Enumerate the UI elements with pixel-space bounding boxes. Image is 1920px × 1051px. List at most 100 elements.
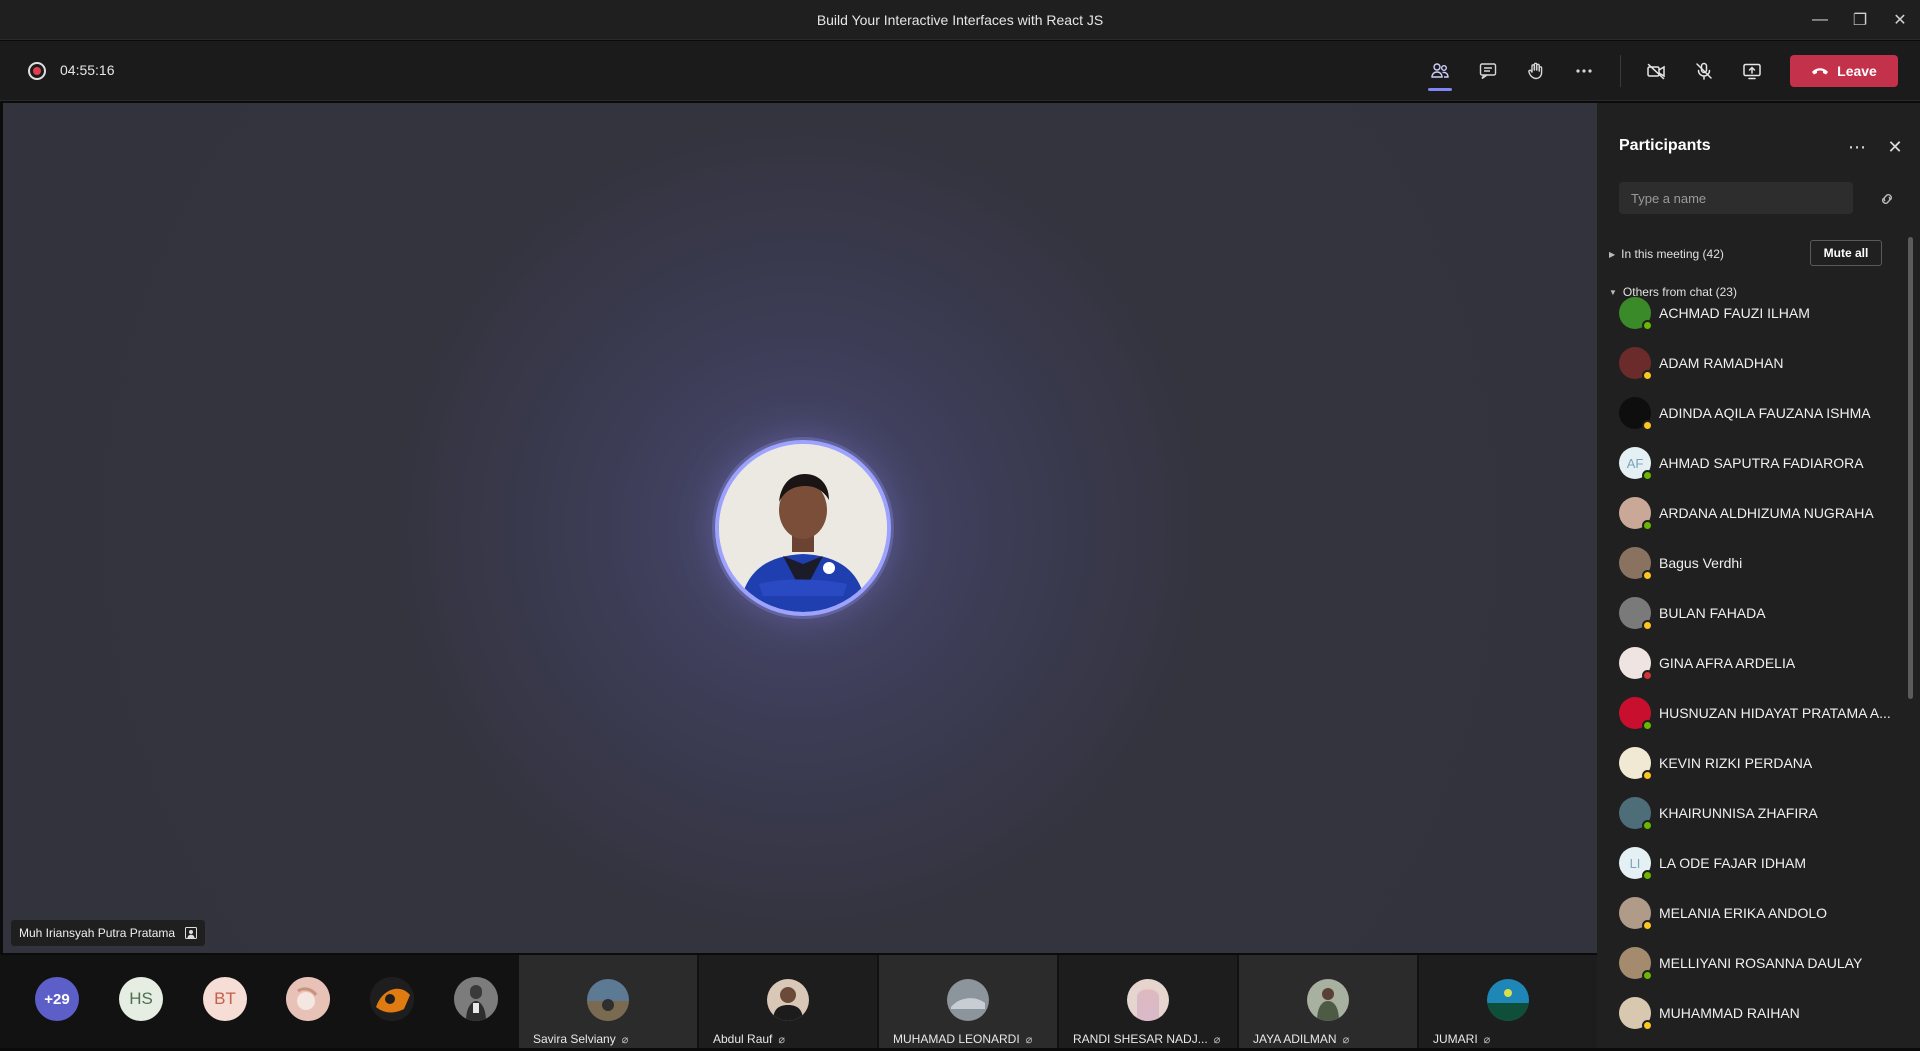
participant-row[interactable]: KHAIRUNNISA ZHAFIRA bbox=[1619, 793, 1899, 833]
mic-off-icon: ⌀ bbox=[621, 1033, 629, 1046]
participant-name: BULAN FAHADA bbox=[1659, 605, 1766, 621]
more-icon: ⋯ bbox=[1848, 136, 1866, 157]
participant-tile[interactable]: RANDI SHESAR NADJ... ⌀ bbox=[1059, 955, 1237, 1048]
participant-avatar-bt[interactable]: BT bbox=[203, 977, 247, 1021]
minimize-icon: — bbox=[1812, 11, 1828, 28]
participant-row[interactable]: BULAN FAHADA bbox=[1619, 593, 1899, 633]
presence-status-icon bbox=[1642, 770, 1653, 781]
participant-name: KHAIRUNNISA ZHAFIRA bbox=[1659, 805, 1818, 821]
participant-avatar-photo[interactable] bbox=[370, 977, 414, 1021]
participant-name: ADINDA AQILA FAUZANA ISHMA bbox=[1659, 405, 1871, 421]
participant-row[interactable]: LI LA ODE FAJAR IDHAM bbox=[1619, 843, 1899, 883]
participant-name: MELANIA ERIKA ANDOLO bbox=[1659, 905, 1828, 921]
participant-row[interactable]: ADAM RAMADHAN bbox=[1619, 343, 1899, 383]
close-icon: ✕ bbox=[1893, 12, 1907, 29]
share-screen-button[interactable] bbox=[1732, 51, 1772, 91]
participant-avatar-photo[interactable] bbox=[454, 977, 498, 1021]
participant-avatar: LI bbox=[1619, 847, 1653, 881]
participant-avatar-hs[interactable]: HS bbox=[119, 977, 163, 1021]
participant-row[interactable]: Bagus Verdhi bbox=[1619, 543, 1899, 583]
camera-toggle-button[interactable] bbox=[1636, 51, 1676, 91]
participant-row[interactable]: MELANIA ERIKA ANDOLO bbox=[1619, 893, 1899, 933]
participant-name: GINA AFRA ARDELIA bbox=[1659, 655, 1796, 671]
restore-icon: ❐ bbox=[1852, 12, 1868, 29]
participant-tile[interactable]: MUHAMAD LEONARDI ⌀ bbox=[879, 955, 1057, 1048]
raise-hand-button[interactable] bbox=[1516, 51, 1556, 91]
presence-status-icon bbox=[1642, 370, 1653, 381]
participant-row[interactable]: ACHMAD FAUZI ILHAM bbox=[1619, 293, 1899, 333]
mute-all-button[interactable]: Mute all bbox=[1810, 240, 1882, 266]
mic-toggle-button[interactable] bbox=[1684, 51, 1724, 91]
participant-avatar bbox=[1619, 697, 1653, 731]
participant-photo bbox=[1487, 979, 1529, 1021]
participant-avatar-photo[interactable] bbox=[286, 977, 330, 1021]
participant-row[interactable]: HUSNUZAN HIDAYAT PRATAMA A... bbox=[1619, 693, 1899, 733]
chevron-right-icon: ▶ bbox=[1609, 249, 1616, 259]
close-window-button[interactable]: ✕ bbox=[1880, 0, 1920, 40]
participant-name: AHMAD SAPUTRA FADIARORA bbox=[1659, 455, 1864, 471]
participant-strip: +29 HS BT Savira Selviany ⌀ Abdul Rauf ⌀ M… bbox=[0, 955, 1597, 1048]
participant-tile[interactable]: Savira Selviany ⌀ bbox=[519, 955, 697, 1048]
presence-status-icon bbox=[1642, 820, 1653, 831]
participant-name: KEVIN RIZKI PERDANA bbox=[1659, 755, 1813, 771]
presence-status-icon bbox=[1642, 420, 1653, 431]
participant-name: Bagus Verdhi bbox=[1659, 555, 1743, 571]
participant-name: HUSNUZAN HIDAYAT PRATAMA A... bbox=[1659, 705, 1891, 721]
speaker-name: Muh Iriansyah Putra Pratama bbox=[19, 926, 176, 940]
participant-avatar bbox=[1619, 297, 1653, 331]
participant-row[interactable]: ADINDA AQILA FAUZANA ISHMA bbox=[1619, 393, 1899, 433]
participant-avatar bbox=[1619, 797, 1653, 831]
leave-button[interactable]: Leave bbox=[1790, 55, 1898, 87]
mic-off-icon: ⌀ bbox=[778, 1033, 785, 1046]
presence-status-icon bbox=[1642, 470, 1653, 481]
participant-tile[interactable]: JAYA ADILMAN ⌀ bbox=[1239, 955, 1417, 1048]
active-speaker-avatar[interactable] bbox=[715, 440, 891, 616]
toolbar-divider bbox=[1620, 55, 1621, 87]
participant-avatar bbox=[1619, 947, 1653, 981]
mic-off-icon bbox=[1696, 62, 1712, 80]
share-link-icon[interactable] bbox=[1877, 189, 1897, 209]
speaker-photo bbox=[719, 444, 887, 612]
participant-avatar bbox=[1619, 347, 1653, 381]
camera-off-icon bbox=[1647, 63, 1665, 80]
participant-search-input[interactable] bbox=[1619, 182, 1853, 214]
chat-button[interactable] bbox=[1468, 51, 1508, 91]
participant-avatar bbox=[1619, 897, 1653, 931]
more-icon bbox=[1576, 69, 1592, 73]
panel-more-button[interactable]: ⋯ bbox=[1843, 133, 1871, 161]
participant-name: MELLIYANI ROSANNA DAULAY bbox=[1659, 955, 1863, 971]
participant-row[interactable]: MELLIYANI ROSANNA DAULAY bbox=[1619, 943, 1899, 983]
minimize-button[interactable]: — bbox=[1800, 0, 1840, 40]
participant-name: ADAM RAMADHAN bbox=[1659, 355, 1784, 371]
participant-initials: AF bbox=[1626, 455, 1644, 471]
participant-tile[interactable]: Abdul Rauf ⌀ bbox=[699, 955, 877, 1048]
participant-row[interactable]: MUHAMMAD RAIHAN bbox=[1619, 993, 1899, 1033]
recording-icon bbox=[28, 62, 46, 80]
speaker-name-tag: Muh Iriansyah Putra Pratama bbox=[11, 920, 206, 946]
participant-row[interactable]: GINA AFRA ARDELIA bbox=[1619, 643, 1899, 683]
participant-photo bbox=[1307, 979, 1349, 1021]
participant-photo bbox=[767, 979, 809, 1021]
panel-close-button[interactable]: ✕ bbox=[1881, 133, 1909, 161]
presence-status-icon bbox=[1642, 870, 1653, 881]
participant-name: MUHAMAD LEONARDI bbox=[893, 1032, 1020, 1046]
more-participants-button[interactable]: +29 bbox=[35, 977, 79, 1021]
participant-row[interactable]: KEVIN RIZKI PERDANA bbox=[1619, 743, 1899, 783]
panel-scrollbar-thumb[interactable] bbox=[1908, 237, 1913, 699]
participant-name: Abdul Rauf bbox=[713, 1032, 773, 1046]
restore-button[interactable]: ❐ bbox=[1840, 0, 1880, 40]
participants-button[interactable] bbox=[1420, 51, 1460, 91]
in-meeting-section[interactable]: ▶ In this meeting (42) bbox=[1609, 247, 1724, 261]
participant-name: LA ODE FAJAR IDHAM bbox=[1659, 855, 1807, 871]
more-actions-button[interactable] bbox=[1564, 51, 1604, 91]
participant-row[interactable]: AF AHMAD SAPUTRA FADIARORA bbox=[1619, 443, 1899, 483]
participant-avatar bbox=[1619, 497, 1653, 531]
participant-name: RANDI SHESAR NADJ... bbox=[1073, 1032, 1208, 1046]
participant-name: Savira Selviany bbox=[533, 1032, 616, 1046]
participant-tile[interactable]: JUMARI ⌀ bbox=[1419, 955, 1597, 1048]
people-icon bbox=[1431, 63, 1449, 78]
participant-row[interactable]: ARDANA ALDHIZUMA NUGRAHA bbox=[1619, 493, 1899, 533]
mic-off-icon: ⌀ bbox=[1025, 1033, 1033, 1046]
mic-off-icon: ⌀ bbox=[1213, 1033, 1221, 1046]
presence-status-icon bbox=[1642, 670, 1653, 681]
